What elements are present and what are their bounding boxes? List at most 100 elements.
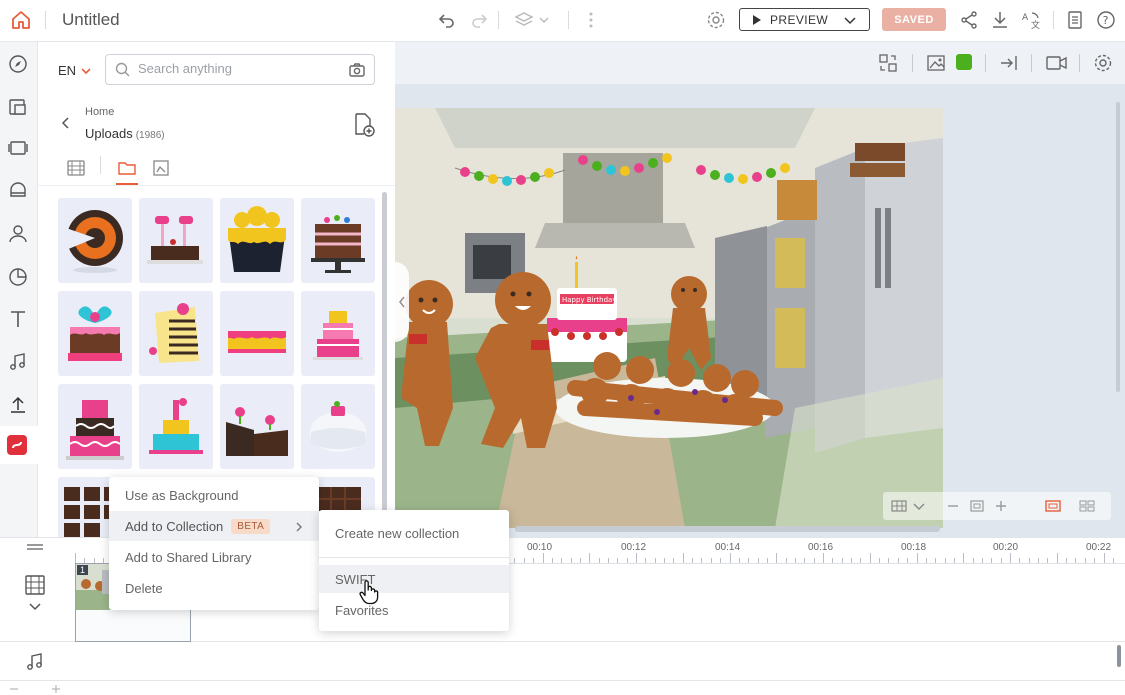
ruler-tick [1112,558,1114,563]
asset-context-menu: Use as Background Add to Collection BETA… [109,477,319,610]
collapse-panel-tab[interactable] [395,262,409,342]
ruler-tick [551,558,553,563]
menu-item-collection-swift[interactable]: SWIFT [319,565,509,593]
asset-thumbnail[interactable] [139,198,213,283]
templates-icon[interactable] [7,96,29,118]
ruler-tick [75,553,76,563]
zoom-out-icon[interactable] [945,498,961,514]
back-chevron-icon[interactable] [60,116,72,130]
ruler-tick [561,558,563,563]
undo-icon[interactable] [436,9,458,31]
language-selector[interactable]: EN [58,63,92,78]
menu-item-add-to-collection[interactable]: Add to Collection BETA [109,511,319,541]
music-icon[interactable] [7,351,29,373]
canvas-vertical-scrollbar[interactable] [1116,102,1120,392]
background-color-swatch[interactable] [956,54,972,70]
brand-logo-icon[interactable] [7,435,27,455]
scene-number: 1 [77,565,89,575]
settings-gear-icon[interactable] [705,9,727,31]
scene-canvas[interactable]: Happy Birthday [395,108,943,528]
ruler-tick [570,558,572,563]
tick-label: 00:18 [901,542,927,553]
breadcrumb-home[interactable]: Home [85,106,114,118]
text-icon[interactable] [7,308,29,330]
video-camera-icon[interactable] [1045,52,1067,74]
search-input[interactable] [138,61,338,76]
timeline-zoom-in-icon[interactable] [50,683,62,695]
timeline-vertical-scrollbar[interactable] [1117,645,1121,667]
audio-track-music-icon[interactable] [24,651,46,673]
ruler-tick [953,558,955,563]
asset-thumbnail[interactable] [58,291,132,376]
charts-icon[interactable] [7,266,29,288]
svg-text:文: 文 [1031,19,1040,31]
camera-icon[interactable] [348,61,366,79]
user-icon[interactable] [7,223,29,245]
new-upload-icon[interactable] [352,112,376,138]
enter-icon[interactable] [998,52,1020,74]
menu-item-create-new-collection[interactable]: Create new collection [319,519,509,547]
timeline-resize-handle[interactable] [27,544,43,550]
beta-badge: BETA [231,518,271,534]
zoom-in-icon[interactable] [993,498,1009,514]
chevron-down-icon[interactable] [843,13,857,27]
tab-film-icon[interactable] [66,158,86,178]
canvas-settings-gear-icon[interactable] [1092,52,1114,74]
preview-button[interactable]: PREVIEW [739,8,870,31]
saved-button[interactable]: SAVED [882,8,946,31]
asset-thumbnail[interactable] [220,384,294,469]
scene-track-film-icon[interactable] [24,574,46,596]
layers-icon[interactable] [513,9,549,31]
menu-item-use-as-background[interactable]: Use as Background [109,480,319,510]
characters-icon[interactable] [7,180,29,202]
tab-image-icon[interactable] [151,158,171,178]
upload-icon[interactable] [7,394,29,416]
grid-icon[interactable] [891,498,907,514]
asset-thumbnail[interactable] [58,198,132,283]
redo-icon[interactable] [468,9,490,31]
ruler-tick [701,558,703,563]
explore-compass-icon[interactable] [7,53,29,75]
translate-icon[interactable]: A文 [1020,9,1042,31]
divider [38,185,395,186]
ruler-tick [991,558,993,563]
asset-thumbnail[interactable] [301,291,375,376]
asset-thumbnail[interactable] [301,198,375,283]
asset-thumbnail[interactable] [220,291,294,376]
help-icon[interactable]: ? [1095,9,1117,31]
fit-screen-icon[interactable] [969,498,985,514]
multi-view-icon[interactable] [1079,498,1095,514]
notes-icon[interactable] [1064,9,1086,31]
menu-item-add-to-shared-library[interactable]: Add to Shared Library [109,542,319,572]
asset-thumbnail[interactable] [58,384,132,469]
asset-thumbnail[interactable] [139,291,213,376]
asset-thumbnail[interactable] [301,384,375,469]
single-view-icon[interactable] [1045,498,1061,514]
asset-thumbnail[interactable] [220,198,294,283]
tick-label: 00:20 [993,542,1019,553]
chevron-down-icon[interactable] [911,498,927,514]
menu-item-delete[interactable]: Delete [109,573,319,603]
image-icon[interactable] [925,52,947,74]
more-vertical-icon[interactable] [580,9,602,31]
asset-thumbnail[interactable] [139,384,213,469]
ruler-tick [1075,558,1077,563]
canvas-horizontal-scrollbar[interactable] [515,526,940,532]
scenes-icon[interactable] [7,137,29,159]
ruler-tick [738,558,740,563]
document-title[interactable]: Untitled [62,10,120,30]
download-icon[interactable] [989,9,1011,31]
home-icon[interactable] [10,9,32,31]
cake-banner: Happy Birthday [562,296,617,304]
swap-layout-icon[interactable] [877,52,899,74]
divider [45,11,46,29]
collection-submenu: Create new collection SWIFT Favorites [319,510,509,631]
timeline-zoom-out-icon[interactable] [8,683,20,695]
ruler-tick [598,558,600,563]
ruler-tick [533,558,535,563]
panel-scrollbar[interactable] [382,192,387,532]
tab-folder-icon[interactable] [117,158,137,178]
menu-item-collection-favorites[interactable]: Favorites [319,596,509,624]
chevron-down-icon[interactable] [28,600,42,614]
share-icon[interactable] [958,9,980,31]
